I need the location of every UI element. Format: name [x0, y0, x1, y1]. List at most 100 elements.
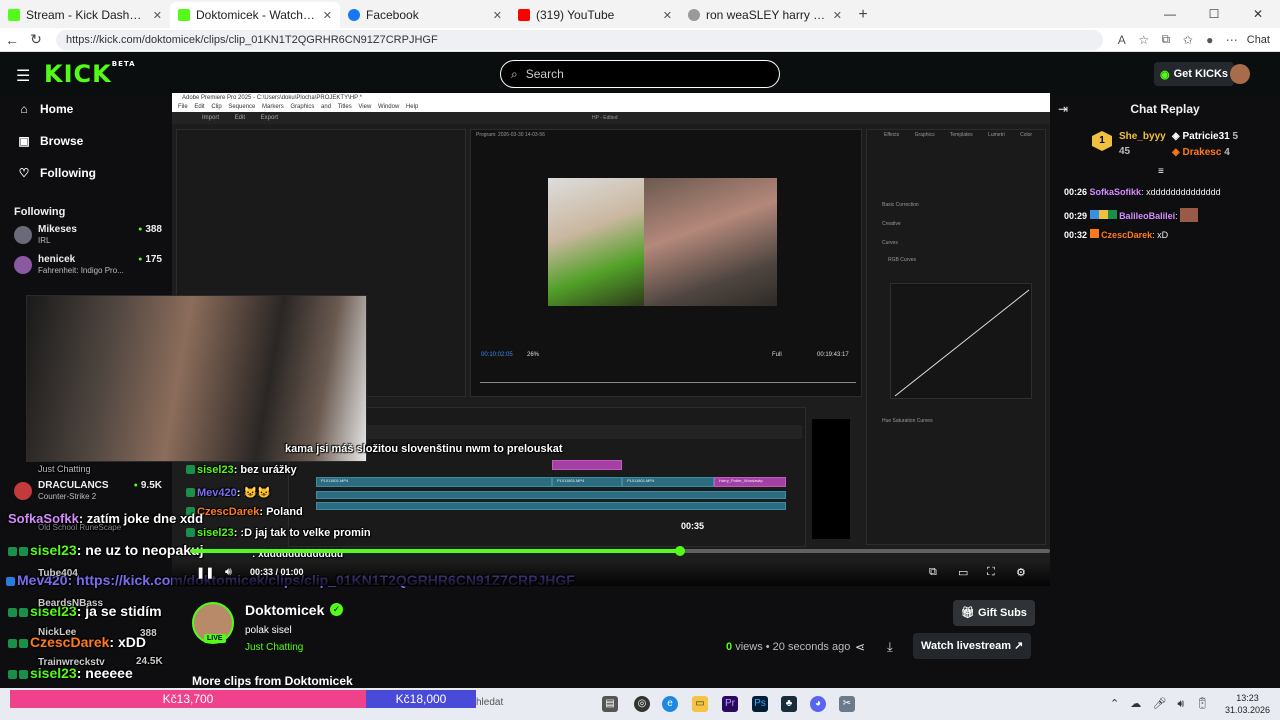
overlay-chat-message: CzescDarek: xDD: [8, 634, 146, 650]
user-avatar[interactable]: [1230, 64, 1250, 84]
share-icon[interactable]: ⋖: [855, 640, 865, 654]
profile-icon[interactable]: ●: [1199, 33, 1221, 47]
hamburger-menu-icon[interactable]: ☰: [16, 66, 30, 86]
maximize-button[interactable]: ☐: [1192, 0, 1236, 28]
tab-facebook[interactable]: Facebook ✕: [340, 2, 510, 28]
kick-favicon-icon: [178, 9, 190, 21]
close-icon[interactable]: ✕: [323, 9, 332, 22]
following-item[interactable]: henicek Fahrenheit: Indigo Pro... 175: [14, 254, 164, 282]
snipping-tool-icon[interactable]: ✂: [839, 696, 855, 712]
obs-icon[interactable]: ◎: [634, 696, 650, 712]
tab-doktomicek-clips[interactable]: Doktomicek - Watch clips on✕: [170, 2, 340, 28]
video-controls: [172, 560, 1050, 586]
timeline-clip-pink: [552, 460, 622, 470]
minimize-button[interactable]: —: [1148, 0, 1192, 28]
favorite-star-icon[interactable]: ☆: [1133, 33, 1155, 47]
premiere-pro-icon[interactable]: Pr: [722, 696, 738, 712]
audio-meter: [812, 419, 850, 539]
task-view-icon[interactable]: ▤: [602, 696, 618, 712]
fullscreen-icon[interactable]: ⛶: [987, 566, 995, 579]
curves-label: Curves: [882, 240, 898, 246]
captured-sidebar-count: 388: [140, 628, 157, 639]
settings-gear-icon[interactable]: ⚙: [1016, 566, 1026, 579]
discord-icon[interactable]: ◕: [810, 696, 826, 712]
close-icon[interactable]: ✕: [153, 9, 162, 22]
gifter-name[interactable]: ◈ Patricie31 5: [1172, 131, 1238, 142]
system-tray[interactable]: ⌃ ☁ 🎤︎ 🔊︎ 🔋︎: [1110, 697, 1209, 711]
volume-icon[interactable]: 🔊︎: [225, 566, 232, 579]
tab-harry-potter[interactable]: ron weaSLEY harry potter train 1✕: [680, 2, 850, 28]
file-explorer-icon[interactable]: ▭: [692, 696, 708, 712]
gifter-name[interactable]: ◈ Drakesc 4: [1172, 147, 1230, 158]
theater-mode-icon[interactable]: ▭: [958, 566, 968, 579]
more-menu-icon[interactable]: ⋯: [1221, 33, 1243, 47]
premiere-edited-label: HP - Edited: [592, 115, 618, 121]
seek-bar[interactable]: [190, 546, 1050, 556]
favorites-icon[interactable]: ✩: [1177, 33, 1199, 47]
download-icon[interactable]: ⤓: [887, 639, 893, 655]
nav-following[interactable]: ♡ Following: [18, 166, 96, 180]
search-icon: ⌕: [511, 66, 518, 81]
more-clips-heading: More clips from Doktomicek: [192, 674, 353, 688]
picture-in-picture-icon[interactable]: ⧉: [929, 566, 937, 579]
taskbar-search-input[interactable]: hledat: [476, 697, 503, 708]
time-display: 00:33 / 01:00: [250, 567, 304, 577]
top-gifter-name[interactable]: She_byyy: [1119, 131, 1166, 142]
search-input[interactable]: ⌕ Search: [500, 60, 780, 88]
timeline-clip: P1011801.MP4: [622, 477, 714, 487]
verified-check-icon: ✓: [330, 603, 343, 616]
chat-title: Chat Replay: [1130, 102, 1200, 116]
chat-message: 00:29 BalileoBalilei:: [1064, 208, 1199, 222]
edge-browser-icon[interactable]: e: [662, 696, 678, 712]
extensions-icon[interactable]: ⧉: [1155, 32, 1177, 47]
app-icon[interactable]: ♣: [781, 696, 797, 712]
new-tab-button[interactable]: +: [850, 2, 876, 28]
kick-logo[interactable]: KICKBETA: [44, 60, 136, 88]
avatar: [14, 256, 32, 274]
tab-youtube[interactable]: (319) YouTube ✕: [510, 2, 680, 28]
badge-icon: [1089, 210, 1099, 219]
following-item[interactable]: Mikeses IRL 388: [14, 224, 164, 252]
streamer-name[interactable]: Doktomicek: [245, 602, 324, 618]
clip-category-link[interactable]: Just Chatting: [245, 642, 303, 653]
reload-icon[interactable]: ↻: [24, 31, 48, 48]
taskbar-clock[interactable]: 13:23 31.03.2026: [1225, 692, 1270, 716]
rgb-curves-label: RGB Curves: [888, 257, 917, 263]
hue-saturation-label: Hue Saturation Curves: [882, 418, 933, 424]
get-kicks-button[interactable]: ◉ Get KICKs: [1154, 62, 1235, 86]
pause-icon[interactable]: ❚❚: [196, 566, 214, 579]
overlay-chat-message: CzescDarek: Poland: [186, 506, 303, 518]
program-frame-right: [644, 178, 777, 306]
captured-sidebar-text: Tube404: [38, 568, 78, 579]
close-icon[interactable]: ✕: [833, 9, 842, 22]
top-gifter-badge: 1: [1092, 131, 1112, 151]
tab-kick-dashboard[interactable]: Stream - Kick Dashboard ✕: [0, 2, 170, 28]
top-gifter-count: 45: [1119, 146, 1131, 157]
window-controls: — ☐ ✕: [1148, 0, 1280, 28]
close-icon[interactable]: ✕: [663, 9, 672, 22]
copilot-chat-button[interactable]: Chat: [1243, 34, 1270, 46]
overlay-chat-message: kama jsi máš složitou slovenštinu nwm to…: [285, 443, 563, 455]
captured-sidebar-text: Trainwreckstv: [38, 657, 105, 668]
nav-browse[interactable]: ▣ Browse: [18, 134, 83, 148]
clip-views: 0 views • 20 seconds ago: [726, 641, 851, 653]
timeline-clip: P1011801.MP4: [316, 477, 552, 487]
gift-subs-button[interactable]: 🎁︎ Gift Subs: [953, 600, 1035, 626]
overlay-chat-message: sisel23: :D jaj tak to velke promin: [186, 527, 371, 539]
close-icon[interactable]: ✕: [493, 9, 502, 22]
back-arrow-icon[interactable]: ←: [0, 32, 24, 48]
kick-favicon-icon: [8, 9, 20, 21]
close-window-button[interactable]: ✕: [1236, 0, 1280, 28]
captured-sidebar-text: BeardsNBass: [38, 598, 104, 609]
watch-livestream-button[interactable]: Watch livestream ↗: [913, 633, 1032, 659]
external-link-icon: ↗: [1014, 640, 1024, 652]
read-aloud-icon[interactable]: A: [1111, 33, 1133, 47]
search-placeholder: Search: [525, 67, 564, 81]
nav-home[interactable]: ⌂ Home: [18, 102, 73, 116]
filter-icon[interactable]: ≡: [1158, 166, 1164, 177]
photoshop-icon[interactable]: Ps: [752, 696, 768, 712]
recommended-item[interactable]: DRACULANCS Counter-Strike 2 9.5K: [14, 480, 164, 508]
heart-icon: ♡: [18, 166, 30, 180]
url-field[interactable]: https://kick.com/doktomicek/clips/clip_0…: [56, 29, 1103, 50]
address-bar: ← ↻ https://kick.com/doktomicek/clips/cl…: [0, 28, 1280, 52]
